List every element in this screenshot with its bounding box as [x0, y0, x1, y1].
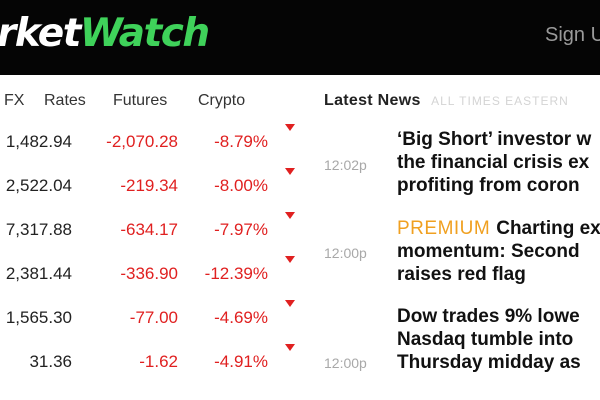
news-headline[interactable]: Dow trades 9% lowe Nasdaq tumble into Th… [397, 305, 600, 374]
down-triangle-icon [285, 344, 295, 351]
headline-line: Charting ex [496, 218, 600, 239]
headline-line: momentum: Second [397, 241, 580, 262]
quote-percent: -12.39% [204, 264, 268, 283]
down-triangle-icon [285, 212, 295, 219]
news-time: 12:02p [324, 157, 367, 173]
headline-line: Dow trades 9% lowe [397, 306, 580, 327]
down-triangle-icon [285, 300, 295, 307]
premium-badge: PREMIUM [397, 218, 491, 239]
quote-row[interactable]: 2,381.44 -336.90 -12.39% [0, 252, 310, 296]
timezone-label: ALL TIMES EASTERN [431, 94, 569, 108]
quote-last: 2,381.44 [5, 264, 72, 283]
news-headline[interactable]: ‘Big Short’ investor w the financial cri… [397, 128, 600, 197]
headline-line: profiting from coron [397, 175, 580, 196]
headline-line: ‘Big Short’ investor w [397, 129, 592, 150]
quote-change: -2,070.28 [106, 132, 178, 151]
quote-percent: -8.00% [214, 176, 268, 195]
quote-change: -336.90 [120, 264, 178, 283]
site-header: rketWatch Sign U [0, 0, 600, 75]
tab-futures[interactable]: Futures [113, 92, 167, 110]
quote-row[interactable]: 1,482.94 -2,070.28 -8.79% [0, 120, 310, 164]
quote-last: 1,482.94 [5, 132, 72, 151]
logo-green-text: Watch [79, 11, 210, 56]
tab-fx[interactable]: FX [4, 92, 24, 110]
headline-line: Thursday midday as [397, 352, 581, 373]
news-headline[interactable]: PREMIUM Charting ex momentum: Second rais… [397, 217, 600, 286]
quote-row[interactable]: 31.36 -1.62 -4.91% [0, 340, 310, 384]
quote-change: -634.17 [120, 220, 178, 239]
quote-percent: -7.97% [214, 220, 268, 239]
quote-change: -1.62 [139, 352, 178, 371]
news-time: 12:00p [324, 245, 367, 261]
quote-row[interactable]: 1,565.30 -77.00 -4.69% [0, 296, 310, 340]
latest-news-header: Latest News ALL TIMES EASTERN [324, 92, 569, 110]
headline-line: Nasdaq tumble into [397, 329, 574, 350]
news-time: 12:00p [324, 355, 367, 371]
tab-rates[interactable]: Rates [44, 92, 86, 110]
quote-change: -219.34 [120, 176, 178, 195]
latest-news-title[interactable]: Latest News [324, 92, 421, 109]
down-triangle-icon [285, 256, 295, 263]
marketwatch-logo[interactable]: rketWatch [0, 10, 210, 58]
headline-line: raises red flag [397, 264, 526, 285]
headline-line: the financial crisis ex [397, 152, 590, 173]
quote-last: 1,565.30 [5, 308, 72, 327]
quote-percent: -8.79% [214, 132, 268, 151]
quote-last: 31.36 [29, 352, 72, 371]
quote-last: 2,522.04 [5, 176, 72, 195]
down-triangle-icon [285, 124, 295, 131]
quote-change: -77.00 [129, 308, 178, 327]
quote-last: 7,317.88 [5, 220, 72, 239]
quote-percent: -4.69% [214, 308, 268, 327]
quote-row[interactable]: 2,522.04 -219.34 -8.00% [0, 164, 310, 208]
tab-crypto[interactable]: Crypto [198, 92, 245, 110]
sign-in-link[interactable]: Sign U [545, 24, 600, 47]
quote-row[interactable]: 7,317.88 -634.17 -7.97% [0, 208, 310, 252]
logo-white-text: rket [0, 11, 81, 56]
quote-percent: -4.91% [214, 352, 268, 371]
down-triangle-icon [285, 168, 295, 175]
